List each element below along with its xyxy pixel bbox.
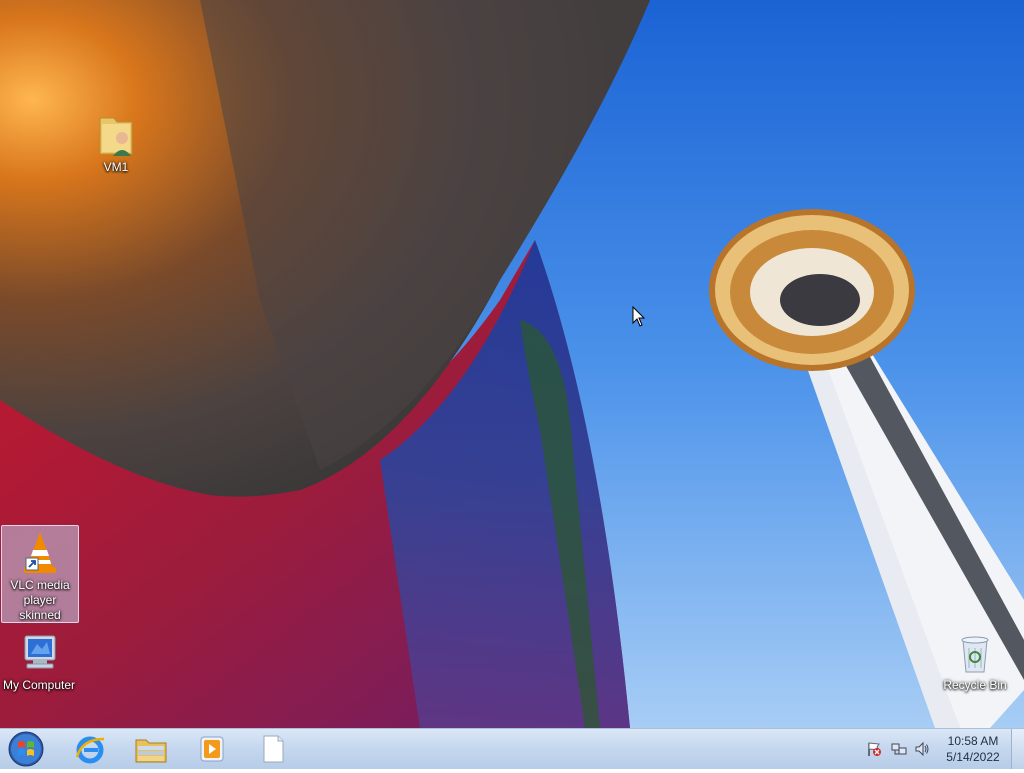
desktop-icon-label: VM1 (103, 160, 129, 174)
desktop-icon-recycle-bin[interactable]: Recycle Bin (937, 632, 1013, 693)
user-folder-icon (99, 117, 133, 156)
vlc-cone-icon (24, 532, 56, 573)
network-icon[interactable] (891, 741, 907, 757)
file-explorer-icon (135, 739, 167, 763)
taskbar-blank-document[interactable] (248, 732, 298, 766)
internet-explorer-icon (75, 736, 105, 764)
desktop-icon-label: Recycle Bin (943, 678, 1007, 692)
desktop[interactable]: VM1 VLC media player skinned My Computer (0, 0, 1024, 728)
clock-date: 5/14/2022 (946, 750, 1000, 764)
taskbar-file-explorer[interactable] (126, 732, 176, 766)
desktop-icon-label: My Computer (2, 678, 76, 692)
system-clock[interactable]: 10:58 AM 5/14/2022 (940, 733, 1006, 765)
taskbar: 10:58 AM 5/14/2022 (0, 728, 1024, 769)
volume-icon[interactable] (914, 741, 930, 757)
show-desktop-button[interactable] (1011, 729, 1024, 769)
desktop-icon-my-computer[interactable]: My Computer (1, 632, 77, 693)
blank-document-icon (263, 735, 284, 763)
taskbar-internet-explorer[interactable] (65, 732, 115, 766)
desktop-icon-vm1[interactable]: VM1 (78, 110, 154, 175)
computer-icon (24, 635, 56, 669)
action-center-flag-icon[interactable] (866, 741, 882, 757)
recycle-bin-icon (961, 636, 989, 673)
taskbar-media-player[interactable] (187, 732, 237, 766)
media-player-icon (200, 736, 224, 762)
desktop-icon-vlc[interactable]: VLC media player skinned (1, 525, 79, 623)
mouse-cursor-icon (632, 306, 646, 327)
start-button[interactable] (6, 730, 46, 768)
windows-start-orb-icon (8, 731, 44, 767)
clock-time: 10:58 AM (947, 734, 999, 748)
desktop-icon-label: VLC media player skinned (10, 578, 70, 622)
